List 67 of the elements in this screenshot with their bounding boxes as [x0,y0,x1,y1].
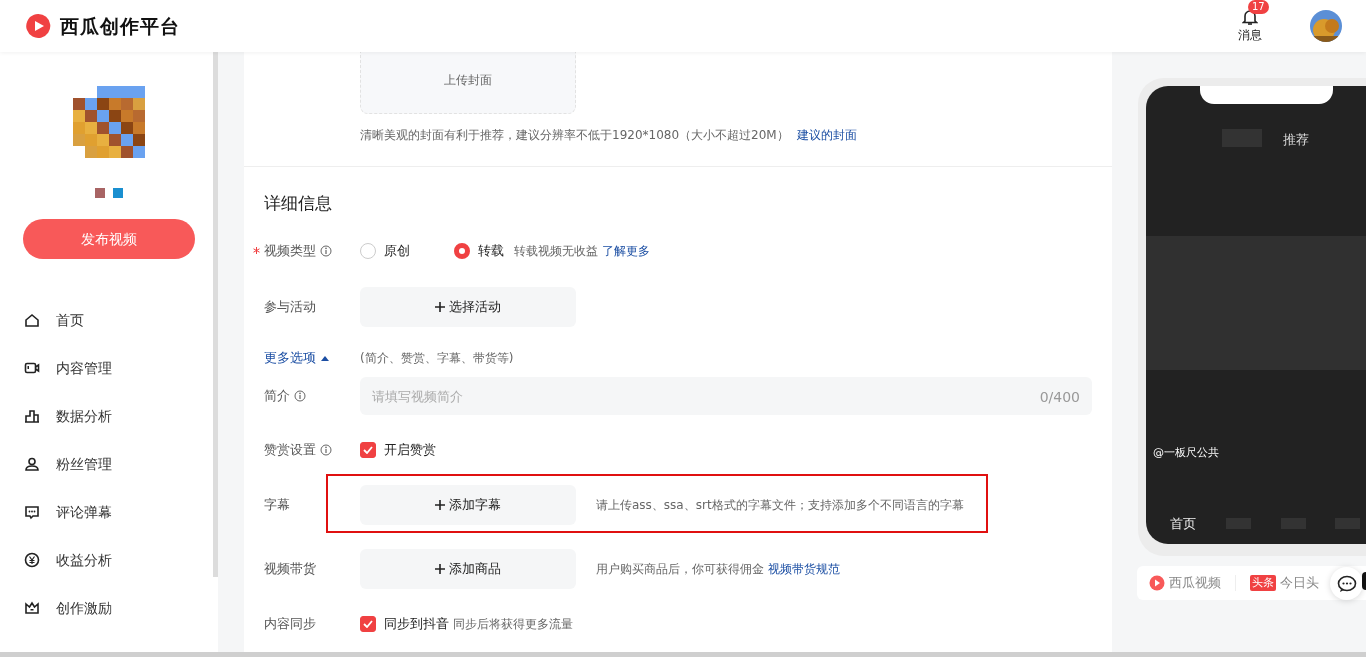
info-icon [320,444,332,456]
field-label: 视频类型 [264,242,316,261]
note-text: 转载视频无收益 [514,243,598,260]
checkbox[interactable] [360,616,376,632]
info-icon [320,245,332,257]
bell-icon[interactable] [1242,8,1258,26]
bar-chart-icon [24,408,40,424]
scrollbar[interactable] [0,652,1366,657]
more-options-toggle[interactable]: 更多选项 [264,348,360,368]
checkbox[interactable] [360,442,376,458]
hint-text: 用户购买商品后，你可获得佣金 [596,561,764,578]
radio-option[interactable]: 转载 [454,241,504,261]
scrollbar[interactable] [213,52,218,577]
note-text: 同步后将获得更多流量 [453,616,573,633]
info-icon [294,390,306,402]
author-name: @一板尺公共 [1153,445,1219,461]
upload-cover-box[interactable]: 上传封面 [360,52,576,114]
sidebar-item[interactable]: 内容管理 [0,344,213,392]
hint-text: 请上传ass、ssa、srt格式的字幕文件；支持添加多个不同语言的字幕 [596,497,964,514]
field-label: 简介 [264,387,290,406]
yuan-icon [24,552,40,568]
character-counter: 0/400 [1039,388,1080,407]
person-icon [24,456,40,472]
chat-button[interactable] [1330,567,1363,600]
crown-icon [24,600,40,616]
plus-icon [435,500,445,510]
checkbox-label[interactable]: 同步到抖音 [384,614,449,634]
note-text: (简介、赞赏、字幕、带货等) [360,350,514,367]
comment-icon [24,504,40,520]
sidebar-item[interactable]: 数据分析 [0,392,213,440]
field-label: 参与活动 [264,298,316,317]
notification-count: 17 [1248,0,1269,14]
logo-icon [24,12,52,40]
select-activity-button[interactable]: 选择活动 [360,287,576,327]
sidebar-item[interactable]: 首页 [0,296,213,344]
field-label: 内容同步 [264,615,316,634]
logo-text: 西瓜创作平台 [60,13,180,39]
check-icon [363,620,373,628]
field-label: 赞赏设置 [264,441,316,460]
sidebar-item[interactable]: 收益分析 [0,536,213,584]
hint-text: 清晰美观的封面有利于推荐，建议分辨率不低于1920*1080（大小不超过20M） [360,127,789,144]
notifications-label[interactable]: 消息 [1238,26,1262,44]
nav-tab[interactable]: 首页 [1170,514,1196,534]
add-product-button[interactable]: 添加商品 [360,549,576,589]
section-title: 详细信息 [264,192,332,216]
add-subtitle-button[interactable]: 添加字幕 [360,485,576,525]
sidebar-item[interactable]: 创作激励 [0,584,213,632]
chat-bubble-icon [1336,574,1357,593]
field-label: 视频带货 [264,560,316,579]
checkbox-label[interactable]: 开启赞赏 [384,440,436,460]
link[interactable]: 视频带货规范 [768,560,840,578]
platform-name: 西瓜视频 [1169,573,1221,592]
play-logo-icon [1149,575,1165,591]
camera-icon [24,360,40,376]
sidebar-item[interactable]: 粉丝管理 [0,440,213,488]
plus-icon [435,564,445,574]
radio-option[interactable]: 原创 [360,241,444,261]
field-label: 字幕 [264,496,290,515]
link[interactable]: 了解更多 [602,242,650,260]
check-icon [363,446,373,454]
link[interactable]: 建议的封面 [796,126,857,144]
platform-badge: 头条 [1250,574,1276,592]
platform-name: 今日头 [1280,573,1319,592]
home-icon [24,312,40,328]
plus-icon [435,302,445,312]
sidebar-item[interactable]: 评论弹幕 [0,488,213,536]
feed-tab[interactable]: 推荐 [1283,130,1309,150]
